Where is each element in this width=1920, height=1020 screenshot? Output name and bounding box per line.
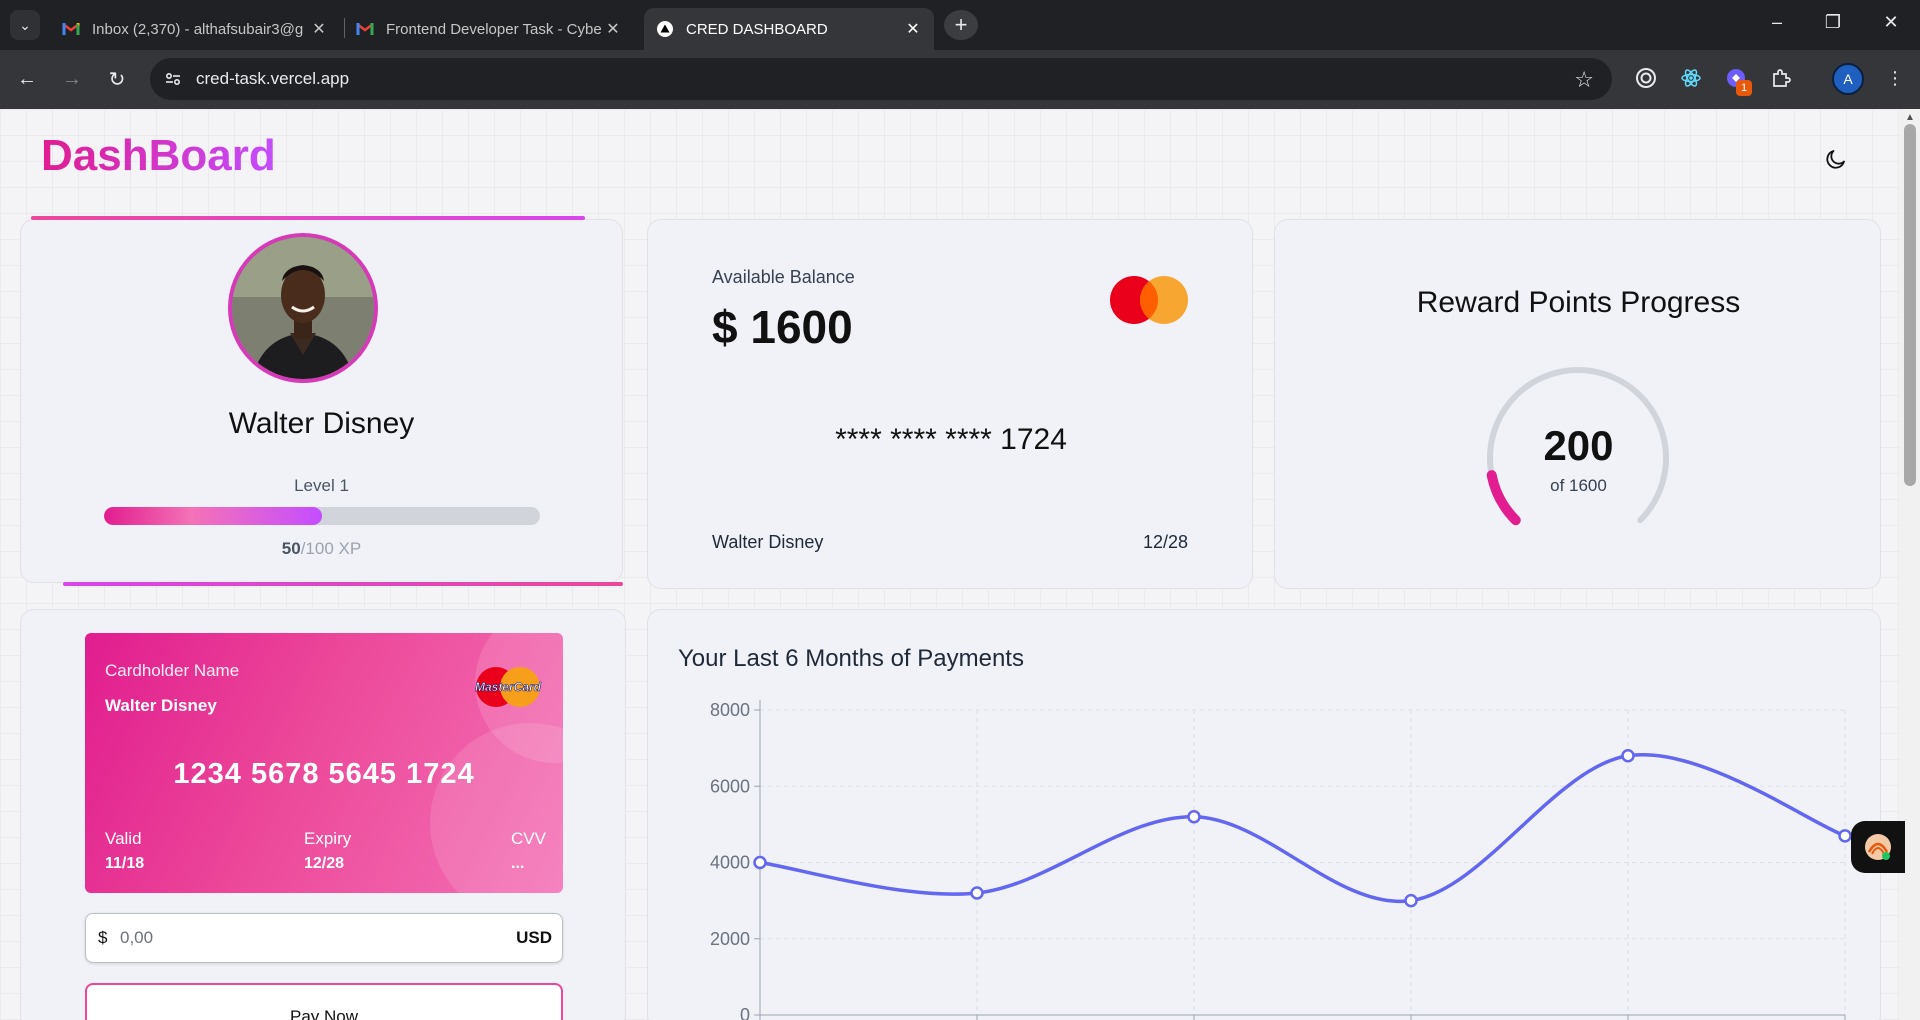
y-tick-label: 8000: [710, 700, 750, 720]
y-tick-label: 4000: [710, 853, 750, 873]
scrollbar-thumb[interactable]: [1904, 124, 1916, 486]
reward-points-total: of 1600: [1550, 476, 1607, 495]
data-point: [1404, 893, 1418, 908]
close-tab-icon[interactable]: ✕: [310, 19, 328, 39]
tab-gmail-inbox[interactable]: Inbox (2,370) - althafsubair3@g ✕: [50, 8, 340, 50]
mastercard-icon: MasterCard: [475, 667, 542, 707]
expiry-label: Expiry: [304, 829, 352, 848]
avatar: [228, 233, 378, 383]
payments-line-chart: 02000400060008000JanFebMarAprMayJun: [710, 700, 1852, 1020]
profile-name: Walter Disney: [228, 407, 415, 440]
cardholder-label: Cardholder Name: [105, 661, 240, 680]
data-point: [1187, 810, 1201, 824]
moon-icon[interactable]: [1820, 143, 1852, 175]
payments-series-line: [759, 752, 1846, 904]
vercel-icon: [656, 20, 674, 38]
back-icon[interactable]: ←: [12, 64, 42, 94]
gmail-icon: [62, 20, 80, 38]
extensions-puzzle-icon[interactable]: [1768, 65, 1794, 91]
valid-group: Valid 11/18: [105, 829, 144, 873]
data-point: [1621, 749, 1635, 763]
browser-menu-icon[interactable]: ⋮: [1882, 65, 1908, 91]
balance-card-expiry: 12/28: [1142, 532, 1188, 552]
xp-progress-bar: [104, 507, 540, 525]
extension-badge: 1: [1736, 80, 1752, 96]
restore-icon[interactable]: ❐: [1818, 12, 1848, 33]
payments-chart-card: Your Last 6 Months of Payments 0 2000 4000…: [647, 609, 1881, 1020]
cvv-group: CVV ...: [511, 829, 546, 873]
valid-value: 11/18: [105, 855, 145, 872]
dashboard-page: DashBoard Walter Disney Level 1 50/100 X…: [0, 109, 1900, 1020]
reward-points-value: 200: [1543, 422, 1614, 469]
pay-now-button[interactable]: Pay Now: [85, 983, 563, 1020]
close-tab-icon[interactable]: ✕: [604, 19, 622, 39]
address-bar[interactable]: cred-task.vercel.app ☆: [150, 58, 1612, 100]
amount-input[interactable]: [120, 922, 480, 954]
reward-card: Reward Points Progress 200 of 1600: [1274, 219, 1881, 589]
xp-text: 50/100 XP: [20, 539, 623, 559]
profile-card-accent-top: [31, 216, 585, 220]
data-point: [1838, 829, 1852, 843]
cvv-label: CVV: [511, 829, 546, 848]
y-tick-label: 2000: [710, 929, 750, 949]
currency-unit: USD: [516, 928, 552, 947]
credit-card-visual: Cardholder Name Walter Disney MasterCard…: [85, 633, 563, 893]
balance-amount: $ 1600: [712, 301, 853, 353]
browser-tab-strip: ⌄ Inbox (2,370) - althafsubair3@g ✕ Fron…: [0, 0, 1920, 50]
tab-title: Frontend Developer Task - Cybe: [386, 20, 602, 38]
tab-title: CRED DASHBOARD: [686, 20, 828, 38]
mastercard-icon: [1109, 275, 1189, 325]
minimize-icon[interactable]: –: [1762, 12, 1792, 33]
online-status-dot: [1882, 852, 1890, 860]
profile-card-accent-bottom: [63, 582, 623, 586]
profile-level: Level 1: [294, 476, 349, 495]
payment-card: Cardholder Name Walter Disney MasterCard…: [20, 609, 626, 1020]
y-tick-label: 6000: [710, 776, 750, 796]
close-window-icon[interactable]: ✕: [1876, 12, 1906, 33]
xp-current: 50: [281, 539, 301, 558]
chat-widget-button[interactable]: [1851, 821, 1905, 873]
balance-label: Available Balance: [712, 267, 855, 287]
tab-frontend-task[interactable]: Frontend Developer Task - Cybe ✕: [344, 8, 634, 50]
reward-title: Reward Points Progress: [1416, 286, 1741, 319]
masked-card-number: **** **** **** 1724: [835, 423, 1067, 456]
cvv-value: ...: [511, 855, 525, 872]
site-info-icon[interactable]: [164, 70, 182, 88]
brand-title: DashBoard: [41, 131, 276, 180]
bookmark-star-icon[interactable]: ☆: [1574, 67, 1594, 93]
valid-label: Valid: [105, 829, 142, 848]
y-tick-label: 0: [740, 1005, 750, 1020]
data-point: [753, 855, 767, 870]
currency-symbol: $: [98, 928, 108, 947]
close-tab-icon[interactable]: ✕: [904, 19, 922, 39]
tab-cred-dashboard[interactable]: CRED DASHBOARD ✕: [644, 8, 934, 50]
balance-card-holder: Walter Disney: [712, 532, 824, 552]
data-point: [970, 886, 984, 900]
amount-field: $ USD: [85, 913, 563, 963]
xp-progress-fill: [104, 507, 322, 525]
cardholder-name: Walter Disney: [105, 696, 217, 715]
balance-card: Available Balance $ 1600 **** **** **** …: [647, 219, 1253, 589]
react-devtools-icon[interactable]: [1678, 65, 1704, 91]
browser-toolbar: ← → ↻ cred-task.vercel.app ☆: [0, 50, 1920, 109]
card-number: 1234 5678 5645 1724: [173, 758, 475, 790]
mastercard-wordmark: MasterCard: [475, 680, 542, 694]
expiry-group: Expiry 12/28: [304, 829, 351, 873]
tab-title: Inbox (2,370) - althafsubair3@g: [92, 20, 304, 38]
profile-avatar-button[interactable]: A: [1832, 63, 1864, 95]
extension-target-icon[interactable]: [1633, 65, 1659, 91]
xp-total: /100 XP: [300, 539, 362, 558]
gmail-icon: [356, 20, 374, 38]
expiry-value: 12/28: [304, 855, 345, 872]
tab-search-button[interactable]: ⌄: [10, 10, 40, 40]
forward-icon[interactable]: →: [57, 64, 87, 94]
scroll-up-arrow-icon[interactable]: ▲: [1905, 112, 1915, 123]
url-text: cred-task.vercel.app: [196, 69, 350, 88]
reload-icon[interactable]: ↻: [102, 64, 132, 94]
new-tab-button[interactable]: +: [944, 10, 978, 40]
